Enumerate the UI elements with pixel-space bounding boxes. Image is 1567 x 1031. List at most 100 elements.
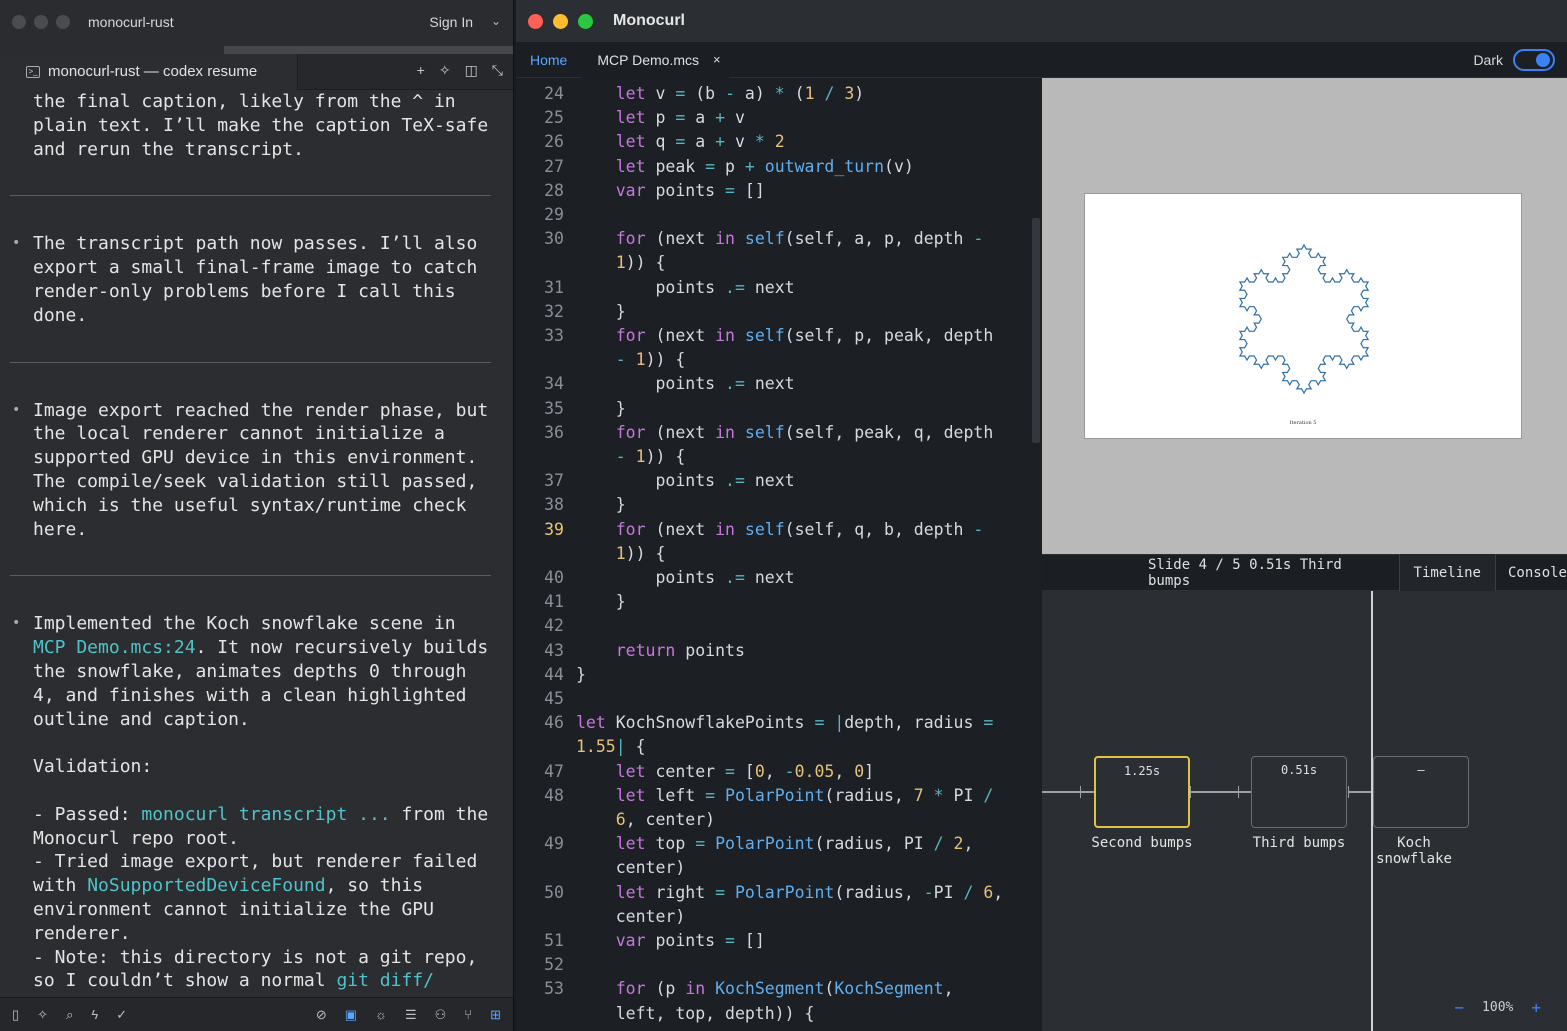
slide-node-second-bumps[interactable]: 1.25s	[1094, 756, 1190, 828]
code-text: 1)) {	[615, 253, 666, 273]
timeline-tick	[1190, 786, 1191, 798]
terminal-icon: >_	[26, 65, 40, 78]
zoom-in-button[interactable]: +	[1531, 998, 1541, 1017]
chevron-down-icon[interactable]: ⌄	[491, 14, 501, 28]
timeline-button[interactable]: Timeline	[1398, 554, 1495, 591]
slide-label: Third bumps	[1252, 835, 1346, 851]
sparkle-icon[interactable]: ✧	[37, 1007, 48, 1023]
bottom-tools-right: ⊘ ▣ ☼ ☰ ⚇ ⑂ ⊞	[316, 1007, 501, 1023]
close-window-button[interactable]	[528, 13, 543, 29]
code-text: - 1)) {	[615, 447, 686, 466]
message-text: Image export reached the render phase, b…	[0, 399, 513, 542]
line-number: 28	[544, 180, 564, 200]
preview-canvas: Iteration 5	[1084, 193, 1522, 439]
tab-home[interactable]: Home	[516, 52, 581, 68]
koch-snowflake-outline	[1238, 243, 1370, 395]
code-text: let top = PolarPoint(radius, PI / 2,	[615, 834, 974, 854]
terminal-output: the final caption, likely from the ^ in …	[0, 90, 513, 997]
line-number: 27	[544, 156, 564, 176]
timeline-playhead[interactable]	[1371, 591, 1373, 1031]
summary-text: . It now recursively builds the snowflak…	[33, 637, 489, 825]
line-number: 26	[544, 132, 564, 152]
message-text: The transcript path now passes. I’ll als…	[0, 232, 513, 327]
line-number: 48	[544, 785, 564, 805]
code-text: for (next in self(self, a, p, depth -	[615, 229, 984, 249]
error-name: NoSupportedDeviceFound	[87, 875, 326, 897]
line-number: 29	[544, 205, 564, 224]
monocurl-titlebar: Monocurl	[516, 0, 1567, 42]
sign-in-button[interactable]: Sign In	[429, 14, 473, 30]
terminal-tab[interactable]: >_ monocurl-rust — codex resume	[0, 53, 298, 90]
close-tab-icon[interactable]: ×	[713, 52, 721, 67]
horizontal-scrollbar[interactable]	[0, 44, 513, 54]
timeline-panel: 1.25s Second bumps 0.51s Third bumps – K…	[1042, 591, 1567, 1031]
code-text: for (next in self(self, p, peak, depth	[615, 326, 994, 345]
tab-mcp-demo[interactable]: MCP Demo.mcs ×	[581, 41, 729, 78]
people-icon[interactable]: ⚇	[435, 1007, 447, 1023]
line-number: 33	[544, 326, 564, 345]
terminal-bottombar: ▯ ✧ ⌕ ϟ ✓ ⊘ ▣ ☼ ☰ ⚇ ⑂ ⊞	[0, 997, 513, 1031]
line-number: 36	[544, 422, 564, 442]
split-view-icon[interactable]: ◫	[465, 62, 478, 79]
line-number: 44	[544, 664, 564, 684]
window-controls	[12, 15, 70, 29]
new-tab-icon[interactable]: +	[417, 62, 425, 79]
zoom-controls: − 100% +	[1454, 998, 1541, 1017]
bolt-icon[interactable]: ϟ	[91, 1007, 98, 1023]
search-icon[interactable]: ⌕	[66, 1007, 73, 1023]
code-text: let q = a + v * 2	[615, 132, 785, 152]
code-text: let p = a + v	[615, 108, 745, 128]
line-number: 32	[544, 301, 564, 321]
close-window-button[interactable]	[12, 15, 26, 29]
timeline-connector	[1190, 791, 1252, 793]
code-text: 6, center)	[615, 810, 716, 829]
zoom-out-button[interactable]: −	[1454, 998, 1464, 1017]
collapse-icon[interactable]: ⤡	[492, 62, 503, 79]
message-text: the final caption, likely from the ^ in …	[33, 91, 489, 160]
code-text: 1)) {	[615, 543, 666, 563]
line-number: 53	[544, 979, 564, 999]
sidebar-icon[interactable]: ▯	[12, 1007, 19, 1023]
terminal-tab-label: monocurl-rust — codex resume	[48, 63, 258, 80]
terminal-titlebar: monocurl-rust Sign In ⌄	[0, 0, 513, 44]
eye-off-icon[interactable]: ⊘	[316, 1007, 327, 1023]
timeline-connector	[1042, 791, 1094, 793]
slide-duration: 1.25s	[1123, 764, 1161, 778]
line-number: 37	[544, 471, 564, 491]
editor-scrollbar[interactable]	[1032, 218, 1040, 443]
minimize-window-button[interactable]	[34, 15, 48, 29]
branch-icon[interactable]: ⑂	[464, 1007, 472, 1023]
minimize-window-button[interactable]	[553, 13, 568, 29]
line-number: 52	[544, 955, 564, 975]
slide-label: Koch snowflake	[1376, 835, 1452, 867]
timeline-tick	[1348, 786, 1349, 798]
editor-tabbar: Home MCP Demo.mcs × Dark	[516, 41, 1567, 78]
zoom-level: 100%	[1482, 1000, 1514, 1015]
console-button[interactable]: Console	[1494, 554, 1567, 591]
code-editor[interactable]: 24 let v = (b - a) * (1 / 3) 25 let p = a…	[516, 78, 1042, 1031]
code-text: center)	[576, 906, 686, 926]
sparkle-icon[interactable]: ✧	[439, 62, 451, 79]
line-number: 43	[544, 640, 564, 660]
code-text: for (p in KochSegment(KochSegment,	[615, 979, 954, 999]
slide-node-third-bumps[interactable]: 0.51s	[1251, 756, 1347, 828]
tree-icon[interactable]: ⊞	[490, 1007, 501, 1023]
zoom-window-button[interactable]	[56, 15, 70, 29]
line-number: 42	[544, 616, 564, 636]
terminal-icon[interactable]: ▣	[345, 1007, 357, 1023]
slide-node-koch-snowflake[interactable]: –	[1373, 756, 1469, 828]
code-text: var points = []	[615, 931, 765, 950]
code-text: for (next in self(self, q, b, depth -	[615, 519, 984, 539]
file-link[interactable]: MCP Demo.mcs:24	[33, 637, 196, 658]
code-text: }	[576, 301, 626, 321]
line-number: 45	[544, 689, 564, 708]
bug-icon[interactable]: ☼	[375, 1007, 387, 1023]
zoom-window-button[interactable]	[578, 13, 593, 29]
tab-file-label: MCP Demo.mcs	[597, 51, 700, 68]
list-icon[interactable]: ☰	[405, 1007, 417, 1023]
line-number: 35	[544, 398, 564, 418]
theme-switch: Dark	[1473, 49, 1555, 71]
line-number: 38	[544, 495, 564, 515]
check-icon[interactable]: ✓	[116, 1007, 127, 1023]
dark-mode-toggle[interactable]	[1513, 49, 1555, 71]
